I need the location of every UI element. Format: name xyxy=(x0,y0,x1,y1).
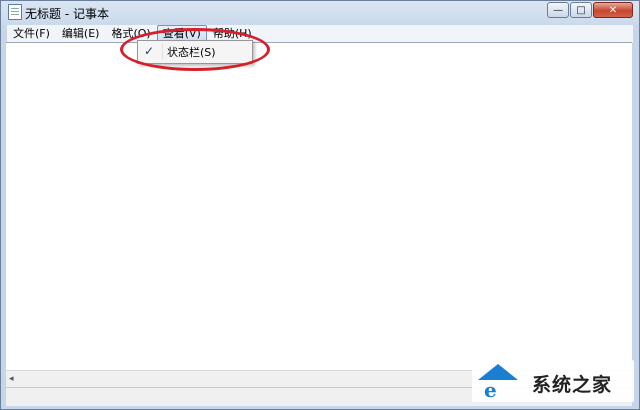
menu-edit[interactable]: 编辑(E) xyxy=(56,25,106,43)
maximize-button[interactable]: □ xyxy=(570,2,592,18)
text-editor-area[interactable] xyxy=(6,42,632,371)
menu-file[interactable]: 文件(F) xyxy=(7,25,56,43)
watermark-logo: e 系统之家 xyxy=(472,360,634,402)
watermark-e-glyph: e xyxy=(484,378,497,402)
menu-bar: 文件(F) 编辑(E) 格式(O) 查看(V) 帮助(H) xyxy=(7,25,633,43)
notepad-app-icon[interactable] xyxy=(8,4,22,20)
window-title: 无标题 - 记事本 xyxy=(25,7,109,21)
watermark-text: 系统之家 xyxy=(532,374,613,396)
minimize-button[interactable]: — xyxy=(547,2,569,18)
red-highlight-ellipse xyxy=(120,28,270,71)
window-controls: — □ ✕ xyxy=(546,2,633,18)
scroll-left-icon[interactable]: ◂ xyxy=(9,374,14,384)
close-button[interactable]: ✕ xyxy=(593,2,633,18)
title-bar[interactable]: 无标题 - 记事本 — □ ✕ xyxy=(1,1,639,23)
